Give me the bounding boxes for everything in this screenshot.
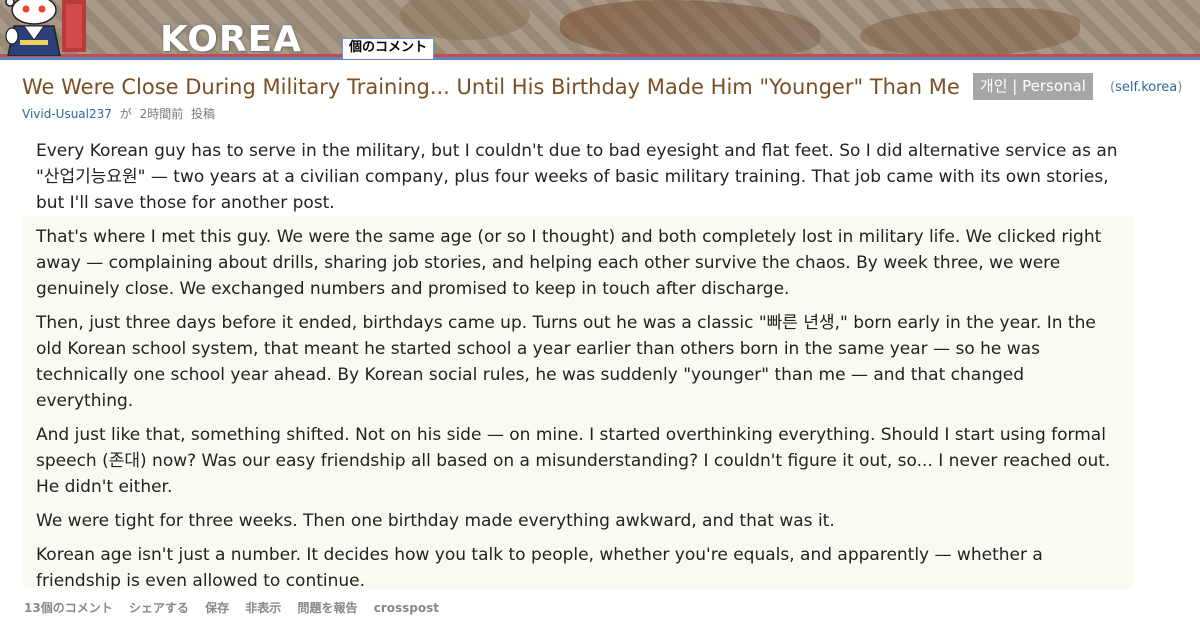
author-link[interactable]: Vivid-Usual237 [22,107,112,121]
save-button[interactable]: 保存 [205,601,229,615]
tab-comments[interactable]: 個のコメント [342,38,435,59]
body-paragraph: Then, just three days before it ended, b… [36,313,1102,411]
domain-link[interactable]: self.korea [1115,80,1177,95]
banner-map-decoration-2 [860,8,1080,56]
subreddit-header-banner: KOREA 個のコメント [0,0,1200,60]
body-paragraph: Korean age isn't just a number. It decid… [36,545,1049,591]
comments-button[interactable]: 13個のコメント [24,601,113,615]
body-paragraph: We were tight for three weeks. Then one … [36,511,835,531]
post-time: 2時間前 [139,107,184,121]
posted-word: 投稿 [191,107,216,121]
crosspost-button[interactable]: crosspost [374,601,439,615]
reddit-alien-hanbok-icon[interactable] [0,0,100,56]
report-button[interactable]: 問題を報告 [298,601,358,615]
post-title[interactable]: We Were Close During Military Training..… [22,72,960,102]
post-flair[interactable]: 개인 | Personal [972,72,1093,100]
post-body: Every Korean guy has to serve in the mil… [23,128,1134,591]
share-button[interactable]: シェアする [129,601,189,615]
post-title-row: We Were Close During Military Training..… [22,72,1192,102]
post-tagline: Vivid-Usual237 が 2時間前 投稿 [22,105,219,123]
subreddit-title[interactable]: KOREA [160,20,302,60]
banner-map-decoration [560,0,820,58]
domain-close-paren: ) [1177,79,1183,95]
post-action-buttons: 13個のコメント シェアする 保存 非表示 問題を報告 crosspost [24,599,451,617]
post-domain: (self.korea) [1110,80,1182,95]
body-paragraph: And just like that, something shifted. N… [36,425,1116,497]
body-paragraph: That's where I met this guy. We were the… [36,227,1107,299]
body-paragraph: Every Korean guy has to serve in the mil… [23,128,1134,216]
by-word: が [119,107,132,121]
banner-texture [400,0,530,40]
hide-button[interactable]: 非表示 [245,601,281,615]
